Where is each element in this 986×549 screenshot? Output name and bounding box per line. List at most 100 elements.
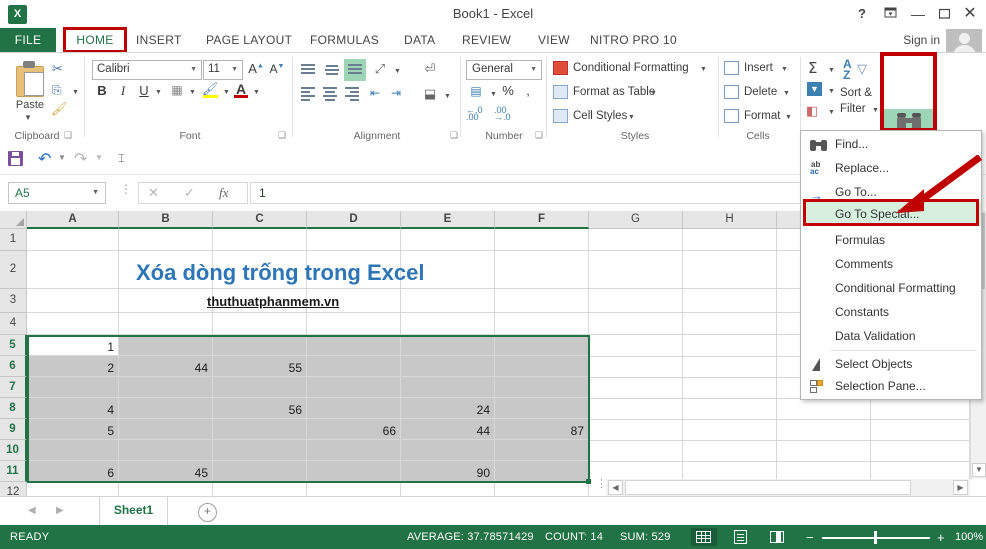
cell-B11[interactable]: 45 <box>119 461 213 482</box>
cell-E5[interactable] <box>401 335 495 356</box>
tab-view[interactable]: VIEW <box>538 28 570 53</box>
cell-F4[interactable] <box>495 313 589 335</box>
cell-B10[interactable] <box>119 440 213 461</box>
cell-B5[interactable] <box>119 335 213 356</box>
delete-cells-icon[interactable] <box>724 85 739 99</box>
increase-font-size-icon[interactable]: A▲ <box>247 61 265 76</box>
row-header-10[interactable]: 10 <box>0 440 27 461</box>
menu-item-constants[interactable]: Constants <box>802 301 982 325</box>
column-header-D[interactable]: D <box>307 211 401 229</box>
column-header-E[interactable]: E <box>401 211 495 229</box>
cell-E1[interactable] <box>401 229 495 251</box>
enter-formula-icon[interactable]: ✓ <box>184 185 195 201</box>
cell-A12[interactable] <box>27 482 119 496</box>
cell-E8[interactable]: 24 <box>401 398 495 419</box>
cell-A1[interactable] <box>27 229 119 251</box>
row-header-2[interactable]: 2 <box>0 251 27 289</box>
menu-item-comments[interactable]: Comments <box>802 253 982 277</box>
cell-D8[interactable] <box>307 398 401 419</box>
cell-D1[interactable] <box>307 229 401 251</box>
redo-dropdown-arrow-icon[interactable]: ▼ <box>95 153 103 162</box>
accounting-format-icon[interactable]: ▤ <box>466 84 486 98</box>
paste-icon[interactable] <box>14 60 46 96</box>
cell-A3[interactable] <box>27 289 119 313</box>
number-dialog-launcher[interactable]: ❏ <box>535 130 543 141</box>
cell-E10[interactable] <box>401 440 495 461</box>
italic-button[interactable]: I <box>115 83 131 99</box>
font-dialog-launcher[interactable]: ❏ <box>278 130 286 141</box>
cell-C9[interactable] <box>213 419 307 440</box>
orientation-icon[interactable]: ⤢ <box>370 61 390 77</box>
next-sheet-icon[interactable]: ▶ <box>56 505 64 516</box>
zoom-slider-thumb[interactable] <box>874 531 877 544</box>
cell-A11[interactable]: 6 <box>27 461 119 482</box>
cell-C12[interactable] <box>213 482 307 496</box>
cell-C11[interactable] <box>213 461 307 482</box>
format-painter-icon[interactable]: 🖌 <box>51 101 68 117</box>
column-header-A[interactable]: A <box>27 211 119 229</box>
tab-page-layout[interactable]: PAGE LAYOUT <box>206 28 292 53</box>
merge-dropdown-arrow-icon[interactable]: ▼ <box>444 93 451 100</box>
sort-filter-label-line2[interactable]: Filter <box>840 103 866 115</box>
row-header-1[interactable]: 1 <box>0 229 27 251</box>
redo-icon[interactable]: ↷ <box>74 149 87 169</box>
cell-B6[interactable]: 44 <box>119 356 213 377</box>
insert-cells-icon[interactable] <box>724 61 739 75</box>
number-format-combobox[interactable]: General ▼ <box>466 60 542 80</box>
cell-D6[interactable] <box>307 356 401 377</box>
cell-D10[interactable] <box>307 440 401 461</box>
cell-B3[interactable] <box>119 289 213 313</box>
formula-bar-grip[interactable]: ⋮ <box>120 185 132 193</box>
menu-item-formulas[interactable]: Formulas <box>802 229 982 253</box>
bold-button[interactable]: B <box>94 83 110 98</box>
underline-button[interactable]: U <box>136 83 152 98</box>
cell-C8[interactable]: 56 <box>213 398 307 419</box>
font-name-combobox[interactable]: Calibri ▼ <box>92 60 202 80</box>
percent-style-button[interactable]: % <box>500 83 516 98</box>
align-center-icon[interactable] <box>322 87 338 101</box>
menu-item-conditional-formatting[interactable]: Conditional Formatting <box>802 277 982 301</box>
cell-F9[interactable]: 87 <box>495 419 589 440</box>
cell-F5[interactable] <box>495 335 589 356</box>
sheet-tab-sheet1[interactable]: Sheet1 <box>99 497 168 525</box>
scroll-down-icon[interactable]: ▼ <box>972 463 986 477</box>
cell-C1[interactable] <box>213 229 307 251</box>
comma-style-button[interactable]: , <box>521 83 535 98</box>
cell-B12[interactable] <box>119 482 213 496</box>
accounting-dropdown-arrow-icon[interactable]: ▼ <box>490 91 497 98</box>
cell-F6[interactable] <box>495 356 589 377</box>
normal-view-button[interactable] <box>691 528 717 546</box>
menu-item-selection-pane[interactable]: Selection Pane... <box>802 375 982 399</box>
cell-G5-G11[interactable] <box>589 335 683 482</box>
cell-D11[interactable] <box>307 461 401 482</box>
format-as-table-icon[interactable] <box>553 85 568 99</box>
cell-A8[interactable]: 4 <box>27 398 119 419</box>
autosum-icon[interactable]: Σ <box>808 59 817 77</box>
cell-E12[interactable] <box>401 482 495 496</box>
cell-A9[interactable]: 5 <box>27 419 119 440</box>
row-header-5[interactable]: 5 <box>0 335 27 356</box>
cell-F8[interactable] <box>495 398 589 419</box>
cell-C5[interactable] <box>213 335 307 356</box>
cell-E7[interactable] <box>401 377 495 398</box>
tab-file[interactable]: FILE <box>0 28 56 53</box>
row-header-6[interactable]: 6 <box>0 356 27 377</box>
horizontal-scrollbar-thumb[interactable] <box>625 480 911 495</box>
fill-icon[interactable]: ▼ <box>807 82 822 96</box>
orientation-dropdown-arrow-icon[interactable]: ▼ <box>394 68 401 75</box>
cell-A7[interactable] <box>27 377 119 398</box>
wrap-text-icon[interactable]: ⏎ <box>419 61 441 77</box>
undo-dropdown-arrow-icon[interactable]: ▼ <box>58 153 66 162</box>
row-header-9[interactable]: 9 <box>0 419 27 440</box>
row-header-12[interactable]: 12 <box>0 482 27 496</box>
minimize-button[interactable]: — <box>904 4 932 24</box>
cell-A4[interactable] <box>27 313 119 335</box>
ribbon-display-options-button[interactable] <box>876 4 904 24</box>
column-header-G[interactable]: G <box>589 211 683 229</box>
cell-D7[interactable] <box>307 377 401 398</box>
cell-A6[interactable]: 2 <box>27 356 119 377</box>
filter-icon[interactable]: ▽ <box>857 61 867 77</box>
fill-color-dropdown-arrow-icon[interactable]: ▼ <box>223 89 230 96</box>
align-bottom-button-selected[interactable] <box>344 59 366 81</box>
align-middle-icon[interactable] <box>324 63 340 77</box>
